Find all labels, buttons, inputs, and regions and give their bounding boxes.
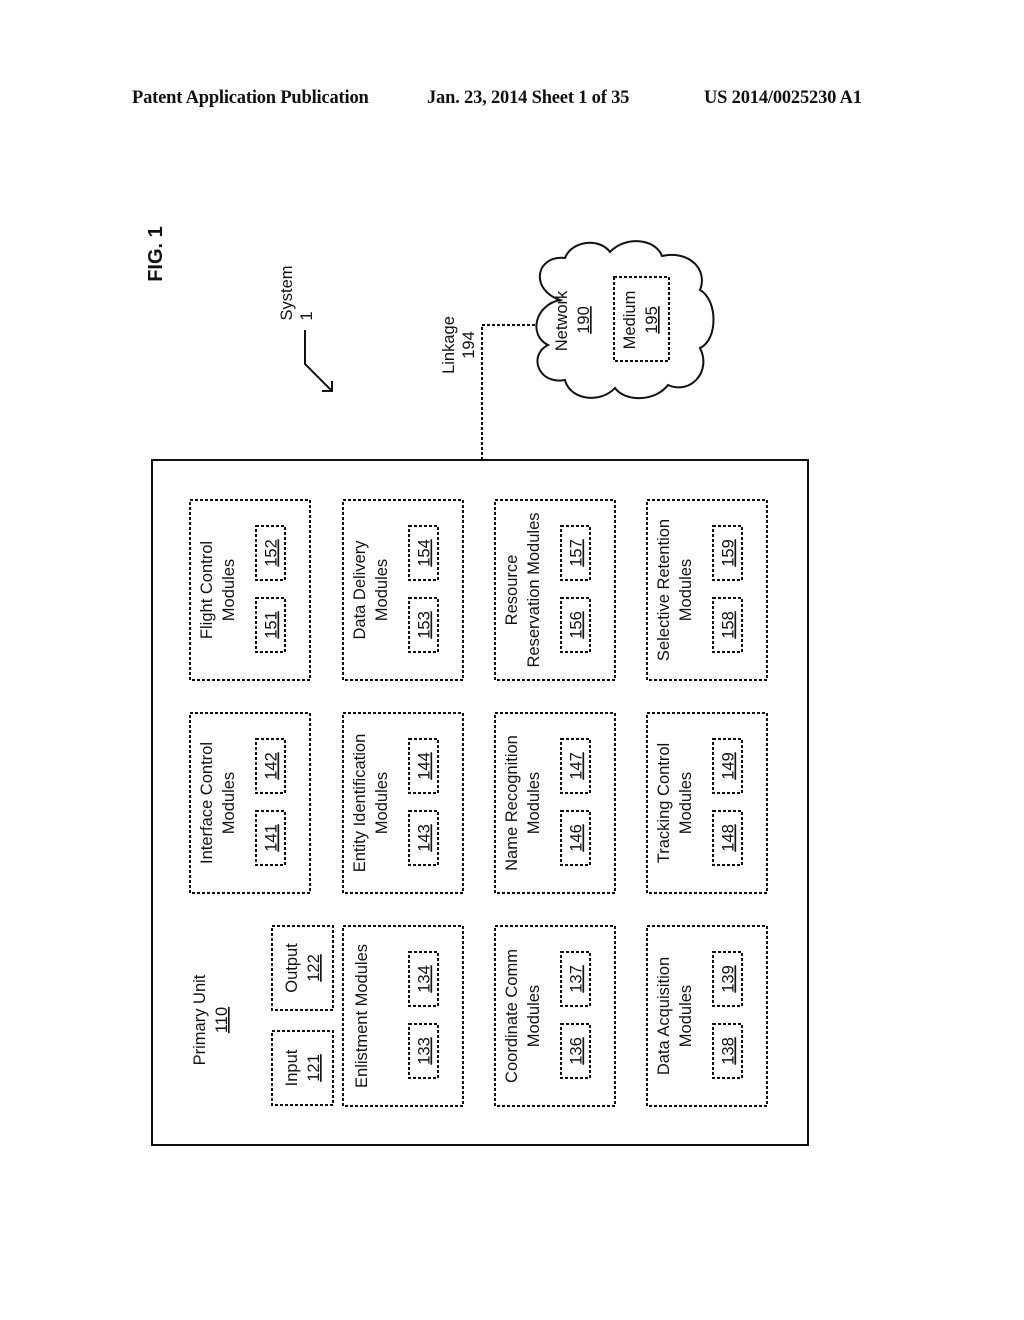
modules-layer: Flight Control Modules151152 Data Delivery… <box>189 499 768 1107</box>
primary-unit-name: Primary Unit <box>191 974 209 1065</box>
module-label: Data Acquisition <box>655 957 673 1075</box>
linkage-line <box>481 324 535 460</box>
system-label: System 1 <box>278 265 333 392</box>
module-data-delivery: Data Delivery Modules 153 154 <box>342 499 464 681</box>
module-label: Resource <box>503 555 521 626</box>
submodule-ref: 144 <box>416 752 434 780</box>
system-ref: 1 <box>298 311 316 320</box>
primary-unit: Primary Unit 110 Input 121 Output 122 Fl… <box>151 459 809 1146</box>
submodule-ref: 156 <box>568 611 586 639</box>
submodule-ref: 137 <box>568 965 586 993</box>
module-label: Entity Identification <box>351 734 369 873</box>
module-tracking-control: Tracking Control Modules 148 149 <box>646 712 768 894</box>
submodule-ref: 149 <box>720 752 738 780</box>
submodule-ref: 153 <box>416 611 434 639</box>
submodule-ref: 151 <box>263 611 281 639</box>
network-cloud: Network 190 Medium 195 <box>535 240 715 400</box>
submodule-ref: 154 <box>416 539 434 567</box>
submodule-ref: 136 <box>568 1037 586 1065</box>
module-label: Modules <box>525 772 543 834</box>
system-name: System <box>278 265 296 320</box>
module-label: Modules <box>373 772 391 834</box>
module-label: Name Recognition <box>503 735 521 871</box>
submodule-ref: 138 <box>720 1037 738 1065</box>
module-label: Modules <box>677 985 695 1047</box>
module-label: Tracking Control <box>655 743 673 863</box>
primary-unit-ref: 110 <box>213 1007 231 1033</box>
module-label: Selective Retention <box>655 519 673 661</box>
module-label: Coordinate Comm <box>503 949 521 1083</box>
module-label: Data Delivery <box>351 540 369 640</box>
network-name: Network <box>553 290 571 351</box>
submodule-ref: 157 <box>568 539 586 567</box>
input-ref: 121 <box>305 1054 323 1082</box>
submodule-ref: 143 <box>416 824 434 852</box>
linkage: Linkage 194 <box>440 316 535 460</box>
submodule-ref: 147 <box>568 752 586 780</box>
module-name-recognition: Name Recognition Modules 146 147 <box>494 712 616 894</box>
module-label: Flight Control <box>198 541 216 639</box>
output-box <box>271 925 334 1011</box>
module-label: Reservation Modules <box>525 513 543 668</box>
submodule-ref: 133 <box>416 1037 434 1065</box>
module-coordinate-comm: Coordinate Comm Modules 136 137 <box>494 925 616 1107</box>
input-box <box>271 1030 334 1106</box>
submodule-ref: 146 <box>568 824 586 852</box>
submodule-ref: 142 <box>263 752 281 780</box>
module-label: Modules <box>373 559 391 621</box>
system-arrow <box>304 330 332 391</box>
submodule-ref: 159 <box>720 539 738 567</box>
submodule-ref: 141 <box>263 824 281 852</box>
module-label: Modules <box>525 985 543 1047</box>
module-flight-control: Flight Control Modules 151 152 <box>189 499 311 681</box>
medium-name: Medium <box>621 291 639 350</box>
output-name: Output <box>283 943 301 993</box>
module-resource-reservation: Resource Reservation Modules 156 157 <box>494 499 616 681</box>
linkage-ref: 194 <box>460 331 478 359</box>
primary-unit-box <box>151 459 809 1146</box>
module-label: Modules <box>677 772 695 834</box>
submodule-ref: 134 <box>416 965 434 993</box>
module-data-acquisition: Data Acquisition Modules 138 139 <box>646 925 768 1107</box>
module-interface-control: Interface Control Modules 141 142 <box>189 712 311 894</box>
submodule-ref: 139 <box>720 965 738 993</box>
module-enlistment: Enlistment Modules 133 134 <box>342 925 464 1107</box>
submodule-ref: 148 <box>720 824 738 852</box>
output-ref: 122 <box>305 954 323 982</box>
module-label: Interface Control <box>198 742 216 864</box>
network-ref: 190 <box>575 306 593 334</box>
module-label: Enlistment Modules <box>353 944 371 1088</box>
module-entity-identification: Entity Identification Modules 143 144 <box>342 712 464 894</box>
module-label: Modules <box>220 559 238 621</box>
linkage-name: Linkage <box>440 316 458 374</box>
input-name: Input <box>283 1049 301 1086</box>
system-diagram: FIG. 1 System 1 Linkage 194 Network 190 … <box>145 226 809 1146</box>
submodule-ref: 158 <box>720 611 738 639</box>
medium-ref: 195 <box>643 306 661 334</box>
figure-label: FIG. 1 <box>145 226 167 282</box>
module-label: Modules <box>220 772 238 834</box>
submodule-ref: 152 <box>263 539 281 567</box>
module-selective-retention: Selective Retention Modules 158 159 <box>646 499 768 681</box>
module-label: Modules <box>677 559 695 621</box>
